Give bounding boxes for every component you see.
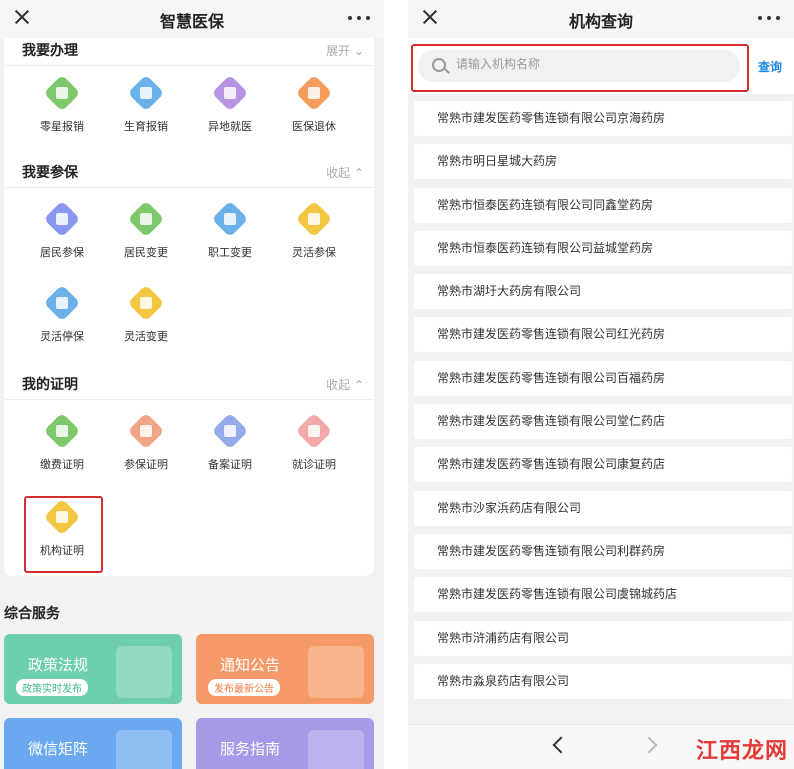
- service-item[interactable]: 居民变更: [104, 200, 188, 260]
- service-icon: [127, 200, 165, 238]
- section-header-certificates: 我的证明 收起 ⌃: [4, 370, 374, 400]
- search-button[interactable]: 查询: [758, 58, 782, 75]
- left-screen: 智慧医保 我要办理 展开 ⌄ 零星报销 生育报销 异地就医 医保退休 我要参保 收起 …: [0, 0, 384, 769]
- service-item[interactable]: 居民参保: [20, 200, 104, 260]
- service-item[interactable]: 生育报销: [104, 74, 188, 134]
- service-icon: [295, 74, 333, 112]
- service-label: 居民参保: [40, 246, 84, 259]
- service-icon: [127, 284, 165, 322]
- result-row[interactable]: 常熟市建发医药零售连锁有限公司百福药房: [414, 360, 792, 396]
- tile-title: 政策法规: [28, 656, 89, 674]
- service-item[interactable]: 灵活参保: [272, 200, 356, 260]
- right-top-bar: 机构查询: [408, 0, 794, 38]
- tile-decoration: [308, 730, 364, 769]
- result-row[interactable]: 常熟市建发医药零售连锁有限公司堂仁药店: [414, 404, 792, 440]
- result-row[interactable]: 常熟市浒浦药店有限公司: [414, 620, 792, 656]
- service-item[interactable]: 灵活变更: [104, 284, 188, 344]
- service-tile[interactable]: 微信矩阵: [4, 718, 182, 769]
- service-item[interactable]: 灵活停保: [20, 284, 104, 344]
- divider: [384, 0, 408, 769]
- service-icon: [211, 200, 249, 238]
- section-title: 我要办理: [22, 43, 78, 59]
- service-tile[interactable]: 政策法规政策实时发布: [4, 634, 182, 704]
- result-row[interactable]: 常熟市建发医药零售连锁有限公司京海药房: [414, 101, 792, 136]
- more-icon[interactable]: [348, 16, 370, 22]
- service-item[interactable]: 异地就医: [188, 74, 272, 134]
- service-icon: [295, 412, 333, 450]
- result-row[interactable]: 常熟市建发医药零售连锁有限公司虞锦城药店: [414, 577, 792, 613]
- service-card: 我要办理 展开 ⌄ 零星报销 生育报销 异地就医 医保退休 我要参保 收起 ⌃ 居民参…: [4, 38, 374, 576]
- service-item[interactable]: 医保退休: [272, 74, 356, 134]
- section-header-handle: 我要办理 展开 ⌄: [4, 36, 374, 66]
- tile-decoration: [116, 730, 172, 769]
- page-title: 机构查询: [568, 12, 633, 31]
- section-title: 我要参保: [22, 165, 78, 181]
- tile-title: 服务指南: [220, 740, 281, 758]
- tile-title: 微信矩阵: [28, 740, 89, 758]
- result-list: 常熟市建发医药零售连锁有限公司京海药房 常熟市明日星城大药房 常熟市恒泰医药连锁有限…: [414, 101, 792, 707]
- service-item[interactable]: 缴费证明: [20, 412, 104, 472]
- tile-title: 通知公告: [220, 656, 281, 674]
- service-tile[interactable]: 通知公告发布最新公告: [196, 634, 374, 704]
- service-icon: [127, 412, 165, 450]
- service-label: 备案证明: [208, 458, 252, 471]
- back-chevron-icon[interactable]: [552, 736, 570, 754]
- service-item[interactable]: 零星报销: [20, 74, 104, 134]
- service-label: 生育报销: [124, 120, 168, 133]
- result-row[interactable]: 常熟市沙家浜药店有限公司: [414, 490, 792, 526]
- bottom-nav-bar: 江西龙网: [408, 724, 794, 769]
- service-icon: [295, 200, 333, 238]
- section-header-insure: 我要参保 收起 ⌃: [4, 158, 374, 188]
- service-icon: [43, 200, 81, 238]
- tile-subtitle: 政策实时发布: [16, 679, 88, 696]
- forward-chevron-icon[interactable]: [640, 736, 658, 754]
- highlight-box: [24, 496, 103, 573]
- result-row[interactable]: 常熟市恒泰医药连锁有限公司益城堂药房: [414, 230, 792, 266]
- service-label: 异地就医: [208, 120, 252, 133]
- service-icon: [43, 74, 81, 112]
- service-item[interactable]: 参保证明: [104, 412, 188, 472]
- result-row[interactable]: 常熟市恒泰医药连锁有限公司同鑫堂药房: [414, 187, 792, 223]
- service-icon: [211, 74, 249, 112]
- section-toggle[interactable]: 展开 ⌄: [326, 42, 364, 59]
- service-label: 就诊证明: [292, 458, 336, 471]
- result-row[interactable]: 常熟市湖圩大药房有限公司: [414, 274, 792, 310]
- service-item[interactable]: 备案证明: [188, 412, 272, 472]
- service-label: 零星报销: [40, 120, 84, 133]
- watermark-logo: 江西龙网: [695, 739, 788, 764]
- result-row[interactable]: 常熟市建发医药零售连锁有限公司康复药店: [414, 447, 792, 483]
- service-icon: [127, 74, 165, 112]
- tile-decoration: [308, 646, 364, 698]
- service-tile[interactable]: 服务指南: [196, 718, 374, 769]
- service-label: 灵活参保: [292, 246, 336, 259]
- section-toggle[interactable]: 收起 ⌃: [326, 376, 364, 393]
- service-label: 灵活停保: [40, 330, 84, 343]
- highlight-box: [411, 44, 749, 92]
- service-label: 参保证明: [124, 458, 168, 471]
- service-icon: [43, 412, 81, 450]
- service-label: 缴费证明: [40, 458, 84, 471]
- service-label: 医保退休: [292, 120, 336, 133]
- result-row[interactable]: 常熟市淼泉药店有限公司: [414, 663, 792, 699]
- more-icon[interactable]: [758, 16, 780, 22]
- section-toggle[interactable]: 收起 ⌃: [326, 164, 364, 181]
- result-row[interactable]: 常熟市建发医药零售连锁有限公司利群药房: [414, 533, 792, 569]
- services-title: 综合服务: [4, 606, 60, 622]
- right-screen: 机构查询 查询 常熟市建发医药零售连锁有限公司京海药房常熟市明日星城大药房常熟市…: [408, 0, 794, 769]
- tile-decoration: [116, 646, 172, 698]
- service-label: 职工变更: [208, 246, 252, 259]
- result-row[interactable]: 常熟市明日星城大药房: [414, 144, 792, 180]
- service-label: 居民变更: [124, 246, 168, 259]
- service-icon: [43, 284, 81, 322]
- section-title: 我的证明: [22, 377, 78, 393]
- service-item[interactable]: 职工变更: [188, 200, 272, 260]
- page-title: 智慧医保: [159, 12, 224, 31]
- left-top-bar: 智慧医保: [0, 0, 384, 38]
- tile-subtitle: 发布最新公告: [208, 679, 280, 696]
- result-row[interactable]: 常熟市建发医药零售连锁有限公司红光药房: [414, 317, 792, 353]
- service-label: 灵活变更: [124, 330, 168, 343]
- service-icon: [211, 412, 249, 450]
- service-item[interactable]: 就诊证明: [272, 412, 356, 472]
